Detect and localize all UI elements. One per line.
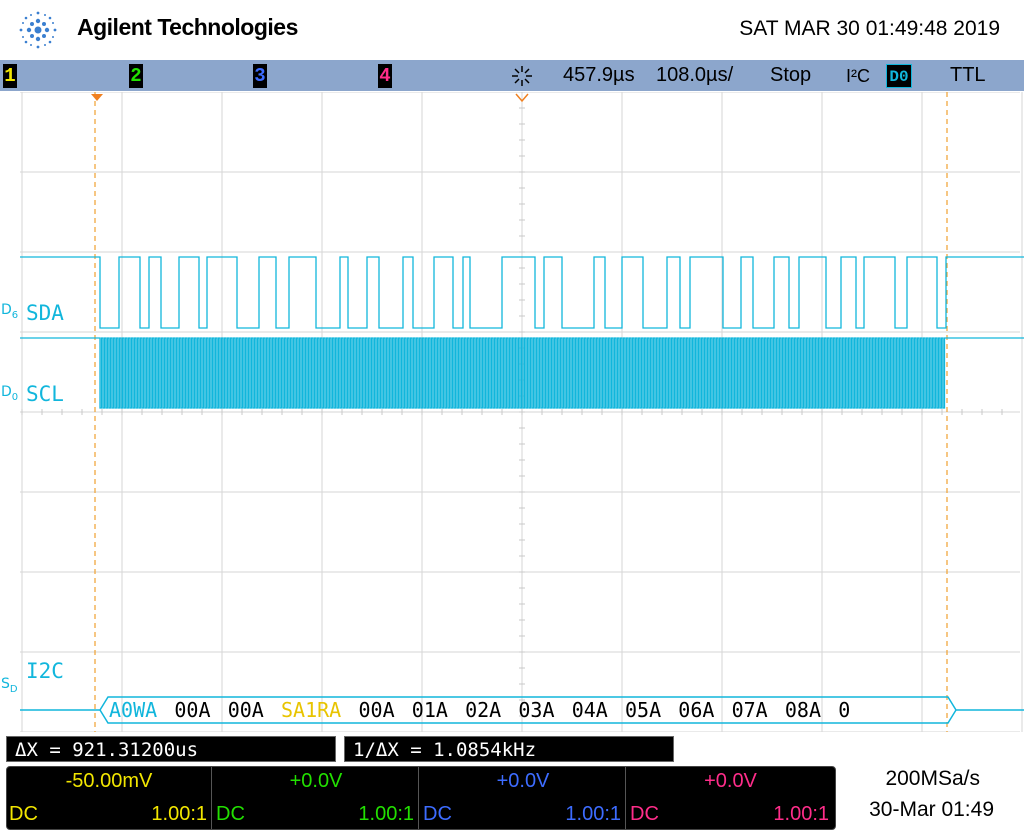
channel-4-setup[interactable]: +0.0V DC 1.00:1 bbox=[628, 767, 833, 829]
channel-1-probe: 1.00:1 bbox=[151, 803, 207, 825]
threshold[interactable]: TTL bbox=[950, 64, 986, 87]
sda-label: SDA bbox=[26, 301, 64, 325]
scl-channel-tag: D0 bbox=[1, 384, 19, 403]
delta-x-readout: ΔX = 921.31200us bbox=[6, 736, 336, 762]
decode-packet: 00A bbox=[227, 698, 264, 722]
trigger-icon bbox=[512, 66, 532, 86]
decode-packet: 03A bbox=[518, 698, 555, 722]
channel-2-coupling: DC bbox=[216, 803, 245, 825]
channel-4-offset: +0.0V bbox=[704, 770, 757, 792]
inverse-delta-x-readout: 1/ΔX = 1.0854kHz bbox=[344, 736, 674, 762]
channel-3-coupling: DC bbox=[423, 803, 452, 825]
agilent-logo-icon bbox=[19, 11, 57, 49]
waveform-display[interactable]: SDA SCL I2C bbox=[20, 92, 1024, 732]
trigger-type[interactable]: I²C bbox=[846, 66, 870, 87]
decode-packet: 07A bbox=[731, 698, 768, 722]
channel-2-button[interactable]: 2 bbox=[129, 64, 143, 88]
decode-packet: 0 bbox=[838, 698, 851, 722]
channel-1-offset: -50.00mV bbox=[65, 770, 153, 792]
decode-packet: 02A bbox=[465, 698, 502, 722]
channel-3-offset: +0.0V bbox=[496, 770, 550, 792]
i2c-decode-row: A0WA 00A 00A SA1RA 00A 01A 02A 03A 04A 05A 06A 07A 0… bbox=[101, 695, 949, 725]
channel-1-button[interactable]: 1 bbox=[3, 64, 17, 88]
run-state[interactable]: Stop bbox=[770, 64, 811, 87]
channel-setup-panel: -50.00mV DC 1.00:1 +0.0V DC 1.00:1 +0.0V… bbox=[6, 766, 836, 830]
decode-packet: 00A bbox=[358, 698, 395, 722]
decode-packet: 05A bbox=[625, 698, 662, 722]
channel-1-coupling: DC bbox=[9, 803, 38, 825]
sda-channel-tag: D6 bbox=[1, 302, 19, 321]
sample-rate: 200MSa/s bbox=[885, 767, 980, 790]
channel-4-button[interactable]: 4 bbox=[378, 64, 392, 88]
i2c-bus-label: I2C bbox=[26, 659, 64, 683]
channel-2-setup[interactable]: +0.0V DC 1.00:1 bbox=[214, 767, 419, 829]
trigger-source[interactable]: D0 bbox=[886, 64, 912, 88]
channel-3-probe: 1.00:1 bbox=[565, 803, 621, 825]
scl-label: SCL bbox=[26, 382, 64, 406]
bus-channel-tag: SD bbox=[1, 676, 18, 695]
decode-packet: 06A bbox=[678, 698, 715, 722]
decode-packet: 04A bbox=[571, 698, 608, 722]
trigger-time[interactable]: 457.9µs bbox=[563, 64, 635, 87]
status-bar: 1 2 3 4 457.9µs 108.0µs/ Stop I²C D0 TTL bbox=[0, 60, 1024, 91]
decode-packet: 00A bbox=[174, 698, 211, 722]
brand-name: Agilent Technologies bbox=[77, 14, 298, 40]
channel-2-offset: +0.0V bbox=[289, 770, 343, 792]
digital-waveforms bbox=[20, 256, 1024, 409]
channel-3-button[interactable]: 3 bbox=[253, 64, 267, 88]
decode-packet: SA1RA bbox=[281, 698, 342, 722]
channel-3-setup[interactable]: +0.0V DC 1.00:1 bbox=[421, 767, 626, 829]
channel-1-setup[interactable]: -50.00mV DC 1.00:1 bbox=[7, 767, 212, 829]
decode-packet: 01A bbox=[411, 698, 448, 722]
decode-packet: 08A bbox=[784, 698, 822, 722]
acquisition-date: 30-Mar 01:49 bbox=[869, 798, 994, 821]
channel-2-probe: 1.00:1 bbox=[358, 803, 414, 825]
channel-4-coupling: DC bbox=[630, 803, 659, 825]
decode-packet: A0WA bbox=[109, 698, 158, 722]
datetime: SAT MAR 30 01:49:48 2019 bbox=[739, 17, 1000, 40]
timebase[interactable]: 108.0µs/ bbox=[656, 64, 733, 87]
channel-4-probe: 1.00:1 bbox=[773, 803, 829, 825]
